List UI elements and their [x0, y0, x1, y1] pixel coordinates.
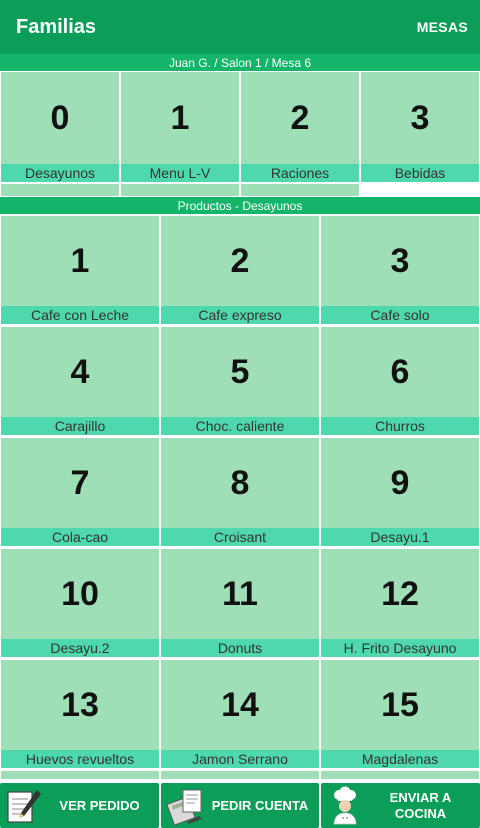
family-number: 0 — [50, 98, 70, 137]
product-number: 5 — [230, 352, 250, 391]
product-tile[interactable]: 5 Choc. caliente — [161, 327, 319, 435]
product-number: 7 — [70, 463, 90, 502]
product-label: Cola-cao — [1, 528, 159, 546]
product-label: Magdalenas — [321, 750, 479, 768]
family-number: 2 — [290, 98, 310, 137]
product-tile[interactable]: 11 Donuts — [161, 549, 319, 657]
product-label: Huevos revueltos — [1, 750, 159, 768]
product-label: Carajillo — [1, 417, 159, 435]
product-label: Cafe expreso — [161, 306, 319, 324]
product-number: 14 — [221, 685, 259, 724]
product-tile[interactable]: 3 Cafe solo — [321, 216, 479, 324]
product-number: 15 — [381, 685, 419, 724]
product-tile[interactable]: 4 Carajillo — [1, 327, 159, 435]
product-tile[interactable]: 2 Cafe expreso — [161, 216, 319, 324]
product-label: Churros — [321, 417, 479, 435]
product-tile[interactable]: 12 H. Frito Desayuno — [321, 549, 479, 657]
product-number: 9 — [390, 463, 410, 502]
product-tile-partial[interactable] — [1, 771, 159, 779]
bill-calculator-icon — [165, 786, 205, 826]
ver-pedido-button[interactable]: VER PEDIDO — [0, 783, 159, 828]
product-tile[interactable]: 15 Magdalenas — [321, 660, 479, 768]
product-label: Croisant — [161, 528, 319, 546]
product-number: 8 — [230, 463, 250, 502]
enviar-a-cocina-button[interactable]: ENVIAR A COCINA — [321, 783, 480, 828]
product-tile[interactable]: 10 Desayu.2 — [1, 549, 159, 657]
product-label: Desayu.1 — [321, 528, 479, 546]
products-section-header: Productos - Desayunos — [0, 197, 480, 214]
page-title: Familias — [16, 15, 97, 38]
product-number: 1 — [70, 241, 90, 280]
family-label: Raciones — [241, 164, 359, 182]
mesas-button[interactable]: MESAS — [417, 19, 468, 35]
product-label: Desayu.2 — [1, 639, 159, 657]
enviar-a-cocina-label: ENVIAR A COCINA — [365, 790, 480, 822]
product-number: 12 — [381, 574, 419, 613]
pedir-cuenta-button[interactable]: PEDIR CUENTA — [161, 783, 319, 828]
family-tile-partial[interactable] — [1, 184, 119, 196]
product-number: 6 — [390, 352, 410, 391]
product-label: Jamon Serrano — [161, 750, 319, 768]
product-tile[interactable]: 13 Huevos revueltos — [1, 660, 159, 768]
product-label: Cafe con Leche — [1, 306, 159, 324]
product-label: Cafe solo — [321, 306, 479, 324]
family-label: Menu L-V — [121, 164, 239, 182]
product-number: 4 — [70, 352, 90, 391]
product-number: 11 — [222, 574, 258, 613]
product-number: 3 — [390, 241, 410, 280]
product-label: Donuts — [161, 639, 319, 657]
enviar-label-line2: COCINA — [394, 805, 447, 821]
notepad-pencil-icon — [4, 786, 44, 826]
family-tile-desayunos[interactable]: 0 Desayunos — [1, 72, 119, 182]
family-tile-raciones[interactable]: 2 Raciones — [241, 72, 359, 182]
pedir-cuenta-label: PEDIR CUENTA — [211, 797, 309, 813]
product-label: Choc. caliente — [161, 417, 319, 435]
product-tile[interactable]: 8 Croisant — [161, 438, 319, 546]
product-tile[interactable]: 6 Churros — [321, 327, 479, 435]
product-label: H. Frito Desayuno — [321, 639, 479, 657]
family-tile-partial[interactable] — [121, 184, 239, 196]
bottom-action-bar: VER PEDIDO PEDIR CUENTA ENVIAR A COCINA — [0, 780, 480, 828]
family-tile-partial[interactable] — [241, 184, 359, 196]
product-number: 10 — [61, 574, 99, 613]
product-tile[interactable]: 1 Cafe con Leche — [1, 216, 159, 324]
enviar-label-line1: ENVIAR A — [389, 789, 452, 805]
waiter-table-info: Juan G. / Salon 1 / Mesa 6 — [0, 54, 480, 71]
family-label: Desayunos — [1, 164, 119, 182]
ver-pedido-label: VER PEDIDO — [59, 797, 140, 813]
product-tile[interactable]: 9 Desayu.1 — [321, 438, 479, 546]
product-tile[interactable]: 7 Cola-cao — [1, 438, 159, 546]
family-label: Bebidas — [361, 164, 479, 182]
family-tile-bebidas[interactable]: 3 Bebidas — [361, 72, 479, 182]
product-tile[interactable]: 14 Jamon Serrano — [161, 660, 319, 768]
family-number: 1 — [170, 98, 190, 137]
product-number: 2 — [230, 241, 250, 280]
product-number: 13 — [61, 685, 99, 724]
family-tile-menu[interactable]: 1 Menu L-V — [121, 72, 239, 182]
product-tile-partial[interactable] — [161, 771, 319, 779]
product-tile-partial[interactable] — [321, 771, 479, 779]
app-bar: Familias MESAS — [0, 0, 480, 54]
chef-icon — [325, 786, 365, 826]
family-number: 3 — [410, 98, 430, 137]
